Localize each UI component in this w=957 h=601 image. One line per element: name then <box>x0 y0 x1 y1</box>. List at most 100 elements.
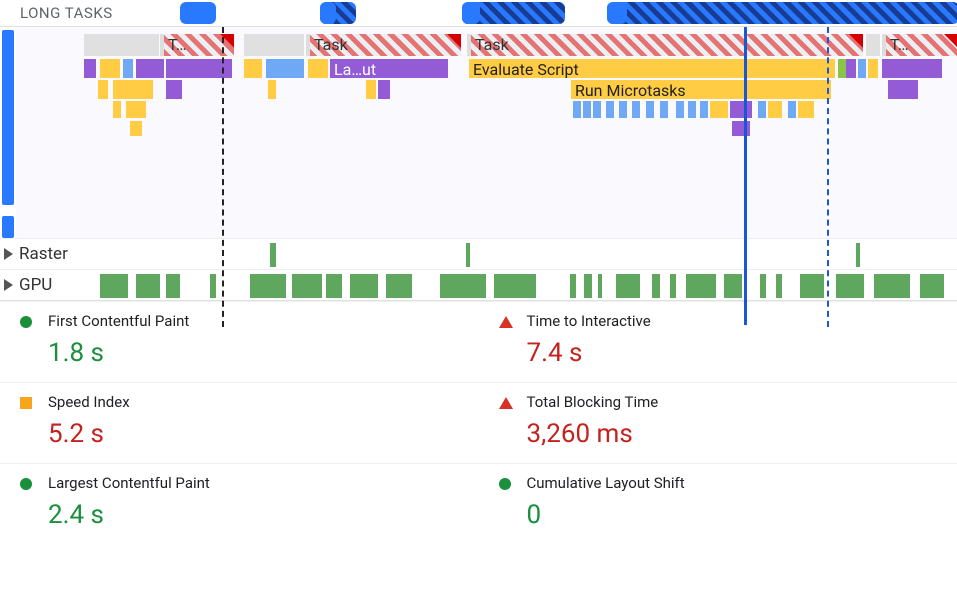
flame-bar[interactable] <box>888 80 918 99</box>
long-task-block[interactable] <box>180 2 216 24</box>
flame-bar[interactable] <box>700 101 708 118</box>
flame-bar[interactable] <box>846 59 856 78</box>
gpu-block[interactable] <box>686 274 716 298</box>
gpu-block[interactable] <box>776 274 782 298</box>
task-bar[interactable]: Task <box>467 34 863 56</box>
flame-bar[interactable] <box>660 101 668 118</box>
gpu-block[interactable] <box>836 274 864 298</box>
flame-bar[interactable] <box>84 59 96 78</box>
metric-fcp[interactable]: First Contentful Paint 1.8 s <box>0 301 479 382</box>
flame-bar[interactable] <box>798 101 814 118</box>
metric-tti[interactable]: Time to Interactive 7.4 s <box>479 301 957 382</box>
flame-bar[interactable] <box>732 121 750 136</box>
flame-bar[interactable] <box>113 101 121 118</box>
flame-bar[interactable] <box>882 59 942 78</box>
metric-label: Time to Interactive <box>527 312 957 330</box>
gpu-block[interactable] <box>616 274 640 298</box>
flame-bar[interactable] <box>266 59 304 78</box>
flame-bar[interactable] <box>868 59 878 78</box>
flame-bar[interactable] <box>593 101 601 118</box>
long-task-block[interactable] <box>607 2 957 24</box>
flame-bar[interactable] <box>130 121 142 136</box>
metric-si[interactable]: Speed Index 5.2 s <box>0 382 479 463</box>
task-bar[interactable] <box>866 34 880 56</box>
gpu-row[interactable]: GPU <box>0 269 957 300</box>
flame-bar[interactable] <box>583 101 591 118</box>
flame-bar[interactable] <box>619 101 627 118</box>
flame-bar[interactable] <box>606 101 614 118</box>
gpu-block[interactable] <box>570 274 576 298</box>
flame-bar[interactable] <box>366 80 376 99</box>
gpu-block[interactable] <box>292 274 322 298</box>
gpu-block[interactable] <box>166 274 180 298</box>
metric-cls[interactable]: Cumulative Layout Shift 0 <box>479 463 957 544</box>
flame-bar[interactable] <box>758 101 766 118</box>
flame-bar[interactable] <box>768 101 782 118</box>
raster-block[interactable] <box>856 243 860 267</box>
task-bar[interactable]: Task <box>306 34 461 56</box>
long-tasks-track[interactable] <box>180 2 957 24</box>
task-bar[interactable] <box>244 34 304 56</box>
long-task-block[interactable] <box>462 2 480 24</box>
status-warn-icon <box>20 397 32 409</box>
gpu-block[interactable] <box>100 274 128 298</box>
flame-bar[interactable] <box>136 59 164 78</box>
flame-bar[interactable] <box>378 80 390 99</box>
metric-tbt[interactable]: Total Blocking Time 3,260 ms <box>479 382 957 463</box>
flame-bar[interactable] <box>113 80 153 99</box>
gpu-block[interactable] <box>250 274 286 298</box>
gpu-block[interactable] <box>800 274 824 298</box>
gpu-block[interactable] <box>760 274 766 298</box>
metric-label: First Contentful Paint <box>48 312 479 330</box>
flame-bar[interactable] <box>788 101 796 118</box>
raster-row[interactable]: Raster <box>0 238 957 269</box>
flame-bar[interactable] <box>858 59 866 78</box>
flame-bar[interactable] <box>244 59 262 78</box>
long-task-block[interactable] <box>320 2 336 24</box>
metric-label: Total Blocking Time <box>527 393 957 411</box>
flame-chart[interactable]: T… Task Task T… La…ut Evaluate Script <box>0 27 957 238</box>
flame-bar[interactable] <box>166 80 182 99</box>
gpu-block[interactable] <box>652 274 660 298</box>
flame-bar[interactable] <box>100 59 120 78</box>
raster-block[interactable] <box>270 243 276 267</box>
flame-bar[interactable] <box>268 80 276 99</box>
flame-bar[interactable] <box>308 59 328 78</box>
metric-lcp[interactable]: Largest Contentful Paint 2.4 s <box>0 463 479 544</box>
gpu-block[interactable] <box>386 274 412 298</box>
raster-block[interactable] <box>466 243 470 267</box>
gpu-block[interactable] <box>874 274 910 298</box>
task-bar[interactable]: T… <box>882 34 957 56</box>
flame-bar[interactable] <box>126 101 146 118</box>
flame-bar[interactable] <box>123 59 133 78</box>
time-marker-current[interactable] <box>744 27 747 325</box>
gpu-block[interactable] <box>440 274 486 298</box>
task-bar[interactable] <box>84 34 159 56</box>
gpu-block[interactable] <box>326 274 342 298</box>
flame-bar[interactable] <box>632 101 640 118</box>
flame-bar[interactable] <box>646 101 654 118</box>
flame-bar[interactable] <box>98 80 108 99</box>
task-warning-icon <box>944 34 957 48</box>
flame-bar[interactable] <box>710 101 728 118</box>
layout-bar[interactable]: La…ut <box>330 59 448 78</box>
evaluate-script-bar[interactable]: Evaluate Script <box>469 59 835 78</box>
gpu-toggle[interactable]: GPU <box>0 275 100 295</box>
gpu-block[interactable] <box>136 274 160 298</box>
gpu-block[interactable] <box>494 274 536 298</box>
long-task-block[interactable] <box>607 2 627 24</box>
gpu-block[interactable] <box>670 274 676 298</box>
gpu-block[interactable] <box>350 274 378 298</box>
gpu-block[interactable] <box>598 274 602 298</box>
flame-bar[interactable] <box>573 101 581 118</box>
microtasks-bar[interactable]: Run Microtasks <box>571 80 831 99</box>
flame-bar[interactable] <box>676 101 684 118</box>
gpu-block[interactable] <box>920 274 944 298</box>
gpu-block[interactable] <box>724 274 742 298</box>
raster-toggle[interactable]: Raster <box>0 244 100 264</box>
flame-bar[interactable] <box>688 101 696 118</box>
flame-bar[interactable] <box>838 59 846 78</box>
flame-bar[interactable] <box>730 101 752 118</box>
gpu-block[interactable] <box>584 274 592 298</box>
gpu-block[interactable] <box>210 274 216 298</box>
